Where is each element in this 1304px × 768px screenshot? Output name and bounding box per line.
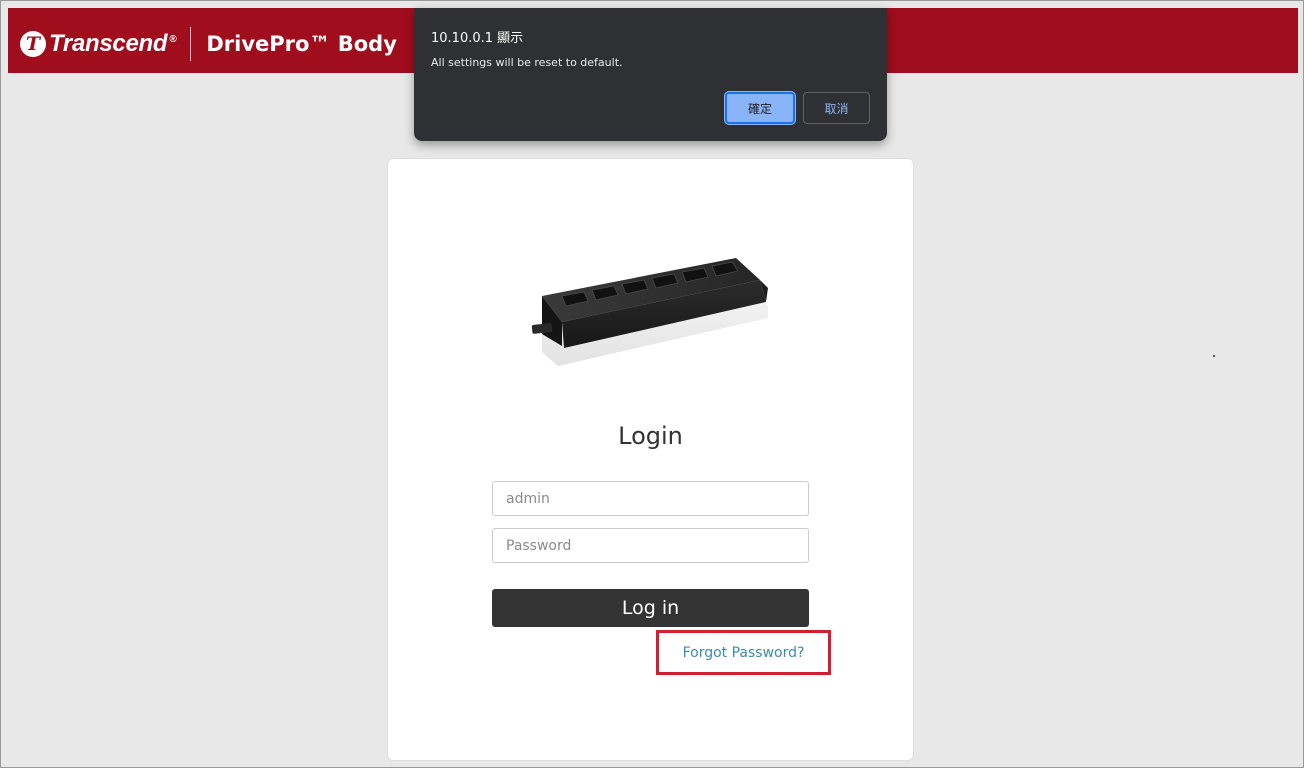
dialog-ok-button[interactable]: 確定: [725, 92, 795, 124]
brand-divider: [190, 27, 192, 61]
dialog-message: All settings will be reset to default.: [431, 56, 623, 69]
forgot-password-highlight-box: Forgot Password?: [656, 630, 831, 675]
background-dot: [1213, 355, 1215, 357]
login-card: Login Log in Forgot Password?: [387, 158, 914, 761]
product-name: DrivePro™ Body: [206, 32, 397, 56]
browser-alert-dialog: 10.10.0.1 顯示 All settings will be reset …: [414, 8, 887, 141]
docking-station-image: [531, 258, 768, 366]
browser-viewport: T Transcend ® DrivePro™ Body Login admin…: [0, 0, 1304, 768]
brand-name: Transcend ®: [49, 30, 177, 58]
login-button[interactable]: Log in: [492, 589, 809, 627]
username-input[interactable]: [492, 481, 809, 516]
password-input[interactable]: [492, 528, 809, 563]
login-title: Login: [618, 422, 683, 450]
forgot-password-link[interactable]: Forgot Password?: [659, 633, 828, 672]
registered-mark: ®: [169, 34, 177, 45]
dialog-cancel-button[interactable]: 取消: [803, 92, 870, 124]
brand-name-text: Transcend: [49, 30, 168, 57]
dialog-title: 10.10.0.1 顯示: [431, 31, 524, 46]
brand: T Transcend ® DrivePro™ Body: [20, 26, 397, 62]
transcend-logo-icon: T: [20, 31, 46, 57]
